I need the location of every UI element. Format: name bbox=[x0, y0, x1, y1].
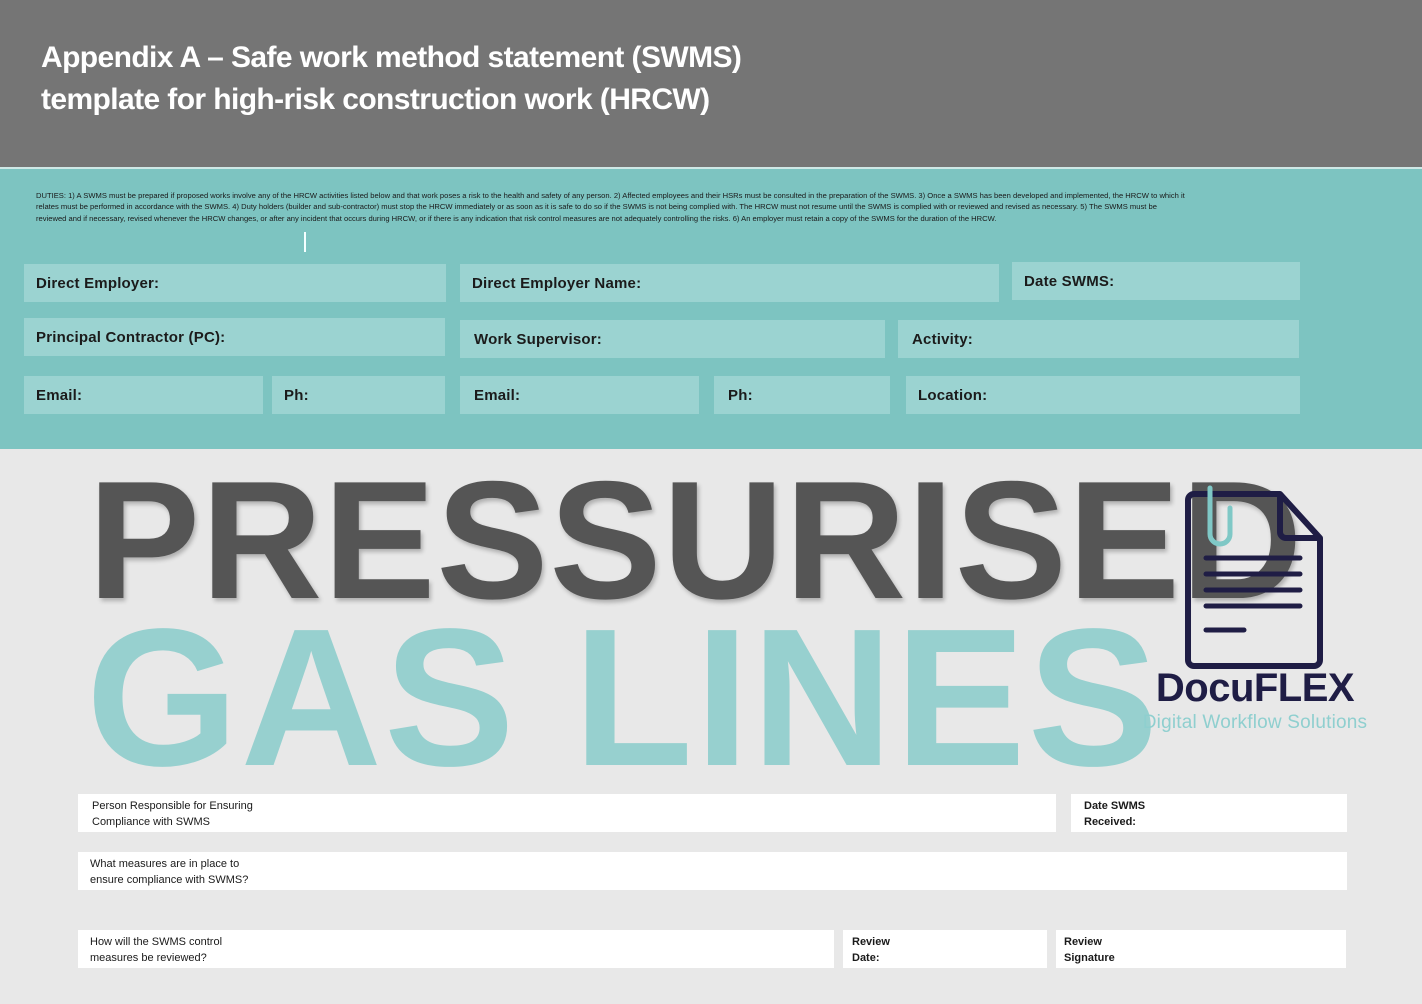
date-swms-received-field[interactable]: Date SWMS Received: bbox=[1071, 794, 1347, 832]
compliance-measures-label-l1: What measures are in place to bbox=[90, 858, 240, 870]
details-panel: DUTIES: 1) A SWMS must be prepared if pr… bbox=[0, 169, 1422, 449]
work-supervisor-field[interactable]: Work Supervisor: bbox=[460, 320, 885, 358]
supervisor-email-field[interactable]: Email: bbox=[460, 376, 699, 414]
activity-label: Activity: bbox=[912, 330, 973, 348]
supervisor-email-label: Email: bbox=[474, 386, 521, 404]
review-method-label-l2: measures be reviewed? bbox=[90, 952, 207, 964]
pc-email-label: Email: bbox=[36, 386, 83, 404]
person-responsible-label-l2: Compliance with SWMS bbox=[92, 816, 210, 828]
date-received-label-l2: Received: bbox=[1084, 816, 1136, 828]
review-date-label-l2: Date: bbox=[852, 952, 880, 964]
review-date-label-l1: Review bbox=[852, 936, 890, 948]
pc-phone-label: Ph: bbox=[284, 386, 309, 404]
location-label: Location: bbox=[918, 386, 988, 404]
direct-employer-field[interactable]: Direct Employer: bbox=[24, 264, 446, 302]
date-swms-field[interactable]: Date SWMS: bbox=[1012, 262, 1300, 300]
principal-contractor-label: Principal Contractor (PC): bbox=[36, 328, 226, 346]
title-gas-lines: GAS LINES bbox=[86, 588, 1161, 807]
direct-employer-name-label: Direct Employer Name: bbox=[472, 274, 642, 292]
logo-name: DocuFLEX bbox=[1155, 666, 1355, 710]
date-swms-label: Date SWMS: bbox=[1024, 272, 1115, 290]
supervisor-phone-label: Ph: bbox=[728, 386, 753, 404]
review-signature-field[interactable]: Review Signature bbox=[1056, 930, 1346, 968]
docuflex-logo: DocuFLEX Digital Workflow Solutions bbox=[1130, 480, 1390, 740]
review-method-label-l1: How will the SWMS control bbox=[90, 936, 223, 948]
person-responsible-label-l1: Person Responsible for Ensuring bbox=[92, 800, 253, 812]
compliance-measures-field[interactable]: What measures are in place to ensure com… bbox=[78, 852, 1347, 890]
document-header: Appendix A – Safe work method statement … bbox=[0, 0, 1422, 167]
document-with-paperclip-icon bbox=[1185, 485, 1323, 669]
activity-field[interactable]: Activity: bbox=[898, 320, 1299, 358]
work-supervisor-label: Work Supervisor: bbox=[474, 330, 602, 348]
review-signature-label-l2: Signature bbox=[1064, 952, 1115, 964]
pc-email-field[interactable]: Email: bbox=[24, 376, 263, 414]
review-signature-label-l1: Review bbox=[1064, 936, 1102, 948]
direct-employer-name-field[interactable]: Direct Employer Name: bbox=[460, 264, 999, 302]
principal-contractor-field[interactable]: Principal Contractor (PC): bbox=[24, 318, 445, 356]
text-cursor bbox=[304, 232, 306, 252]
duties-text[interactable]: DUTIES: 1) A SWMS must be prepared if pr… bbox=[36, 190, 1186, 224]
review-method-field[interactable]: How will the SWMS control measures be re… bbox=[78, 930, 834, 968]
document-title-line2: template for high-risk construction work… bbox=[41, 83, 710, 116]
logo-tagline: Digital Workflow Solutions bbox=[1142, 712, 1368, 733]
document-title-line1: Appendix A – Safe work method statement … bbox=[41, 41, 742, 74]
date-received-label-l1: Date SWMS bbox=[1084, 800, 1146, 812]
document-title: Appendix A – Safe work method statement … bbox=[41, 37, 742, 121]
compliance-measures-label-l2: ensure compliance with SWMS? bbox=[90, 874, 249, 886]
supervisor-phone-field[interactable]: Ph: bbox=[714, 376, 890, 414]
review-date-field[interactable]: Review Date: bbox=[843, 930, 1047, 968]
person-responsible-field[interactable]: Person Responsible for Ensuring Complian… bbox=[78, 794, 1056, 832]
pc-phone-field[interactable]: Ph: bbox=[272, 376, 445, 414]
location-field[interactable]: Location: bbox=[906, 376, 1300, 414]
direct-employer-label: Direct Employer: bbox=[36, 274, 160, 292]
